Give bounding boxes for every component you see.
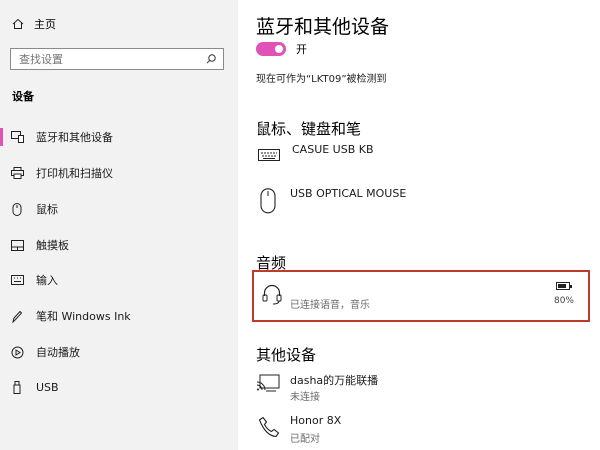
pen-icon xyxy=(10,309,24,323)
sidebar-item-mouse[interactable]: 鼠标 xyxy=(0,191,238,227)
battery-level-fill xyxy=(558,284,566,288)
device-phone[interactable]: Honor 8X 已配对 xyxy=(256,412,556,448)
device-mouse[interactable]: USB OPTICAL MOUSE xyxy=(260,186,407,214)
bluetooth-devices-icon xyxy=(10,130,24,144)
sidebar-item-label: 笔和 Windows Ink xyxy=(36,310,131,323)
audio-device-status: 已连接语音，音乐 xyxy=(290,300,370,311)
device-status: 未连接 xyxy=(290,392,320,403)
battery-icon xyxy=(556,282,572,290)
phone-icon xyxy=(258,416,280,442)
device-status: 已配对 xyxy=(290,434,320,445)
printer-icon xyxy=(10,166,24,180)
sidebar-item-bluetooth[interactable]: 蓝牙和其他设备 xyxy=(0,119,238,155)
device-keyboard[interactable]: CASUE USB KB xyxy=(258,142,374,162)
bluetooth-toggle-label: 开 xyxy=(296,43,307,56)
discoverable-text: 现在可作为“LKT09”被检测到 xyxy=(256,74,387,85)
section-title: 设备 xyxy=(12,90,34,103)
home-label: 主页 xyxy=(34,18,56,31)
keyboard-icon xyxy=(10,273,24,287)
usb-icon xyxy=(10,380,24,394)
home-icon xyxy=(12,18,24,30)
sidebar-item-label: 打印机和扫描仪 xyxy=(36,167,113,180)
home-link[interactable]: 主页 xyxy=(12,16,56,32)
bluetooth-toggle-row: 开 xyxy=(256,41,307,57)
bluetooth-toggle[interactable] xyxy=(256,42,286,56)
page-title: 蓝牙和其他设备 xyxy=(256,16,390,38)
sidebar-item-touchpad[interactable]: 触摸板 xyxy=(0,227,238,263)
display-cast-icon xyxy=(256,374,280,398)
sidebar-item-autoplay[interactable]: 自动播放 xyxy=(0,334,238,370)
device-name: USB OPTICAL MOUSE xyxy=(290,186,407,200)
search-icon xyxy=(205,53,217,65)
audio-device-highlight[interactable]: 已连接语音，音乐 80% xyxy=(252,270,590,322)
sidebar-item-label: USB xyxy=(36,380,59,394)
battery-percentage: 80% xyxy=(553,296,574,306)
keyboard-icon xyxy=(258,146,280,162)
device-name: CASUE USB KB xyxy=(292,142,374,156)
headset-icon xyxy=(262,284,282,310)
mouse-keyboard-section-title: 鼠标、键盘和笔 xyxy=(256,120,362,138)
touchpad-icon xyxy=(10,238,24,252)
device-name: Honor 8X xyxy=(290,414,342,427)
autoplay-icon xyxy=(10,345,24,359)
search-input[interactable] xyxy=(11,51,205,67)
sidebar-item-label: 触摸板 xyxy=(36,239,69,252)
sidebar-item-label: 蓝牙和其他设备 xyxy=(36,131,113,144)
sidebar-item-typing[interactable]: 输入 xyxy=(0,262,238,298)
other-devices-section-title: 其他设备 xyxy=(256,346,317,364)
mouse-icon xyxy=(260,188,276,214)
mouse-icon xyxy=(10,202,24,216)
toggle-knob xyxy=(275,45,283,53)
search-box[interactable] xyxy=(10,48,224,70)
main-panel: 蓝牙和其他设备 开 现在可作为“LKT09”被检测到 鼠标、键盘和笔 CASUE… xyxy=(238,0,600,450)
sidebar-item-pen[interactable]: 笔和 Windows Ink xyxy=(0,298,238,334)
sidebar: 主页 设备 蓝牙和其他设备 打印机和扫描仪 鼠标 触摸板 输入 xyxy=(0,0,238,450)
sidebar-item-label: 自动播放 xyxy=(36,346,80,359)
sidebar-item-printers[interactable]: 打印机和扫描仪 xyxy=(0,155,238,191)
device-name: dasha的万能联播 xyxy=(290,374,379,387)
sidebar-item-usb[interactable]: USB xyxy=(0,369,238,405)
sidebar-item-label: 鼠标 xyxy=(36,203,58,216)
sidebar-item-label: 输入 xyxy=(36,274,58,287)
device-cast[interactable]: dasha的万能联播 未连接 xyxy=(256,370,556,406)
